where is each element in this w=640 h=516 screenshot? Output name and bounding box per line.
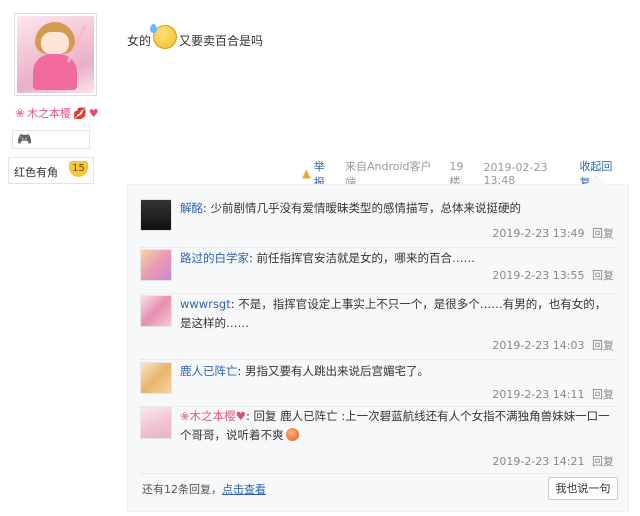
more-replies: 还有12条回复，点击查看 — [142, 481, 266, 497]
reply-link[interactable]: 回复 — [592, 339, 614, 352]
comment-avatar[interactable] — [140, 295, 172, 327]
comment-item: 鹿人已阵亡: 男指又要有人跳出来说后宫媚宅了。 2019-2-23 14:11 … — [140, 362, 616, 412]
comment-author[interactable]: wwwrsgt — [180, 297, 231, 311]
comment-divider — [140, 247, 616, 248]
comment-avatar[interactable] — [140, 407, 172, 439]
username[interactable]: ❀ 木之本樱 💋 ♥ — [15, 105, 99, 121]
comment-footer: 2019-2-23 14:03 回复 — [492, 337, 614, 353]
more-replies-text: 还有12条回复， — [142, 483, 222, 496]
comment-text: 解酩: 少前剧情几乎没有爱情暧昧类型的感情描写，总体来说挺硬的 — [180, 201, 522, 215]
comment-footer: 2019-2-23 14:11 回复 — [492, 386, 614, 402]
surprised-emoji-icon — [150, 24, 178, 49]
reply-link[interactable]: 回复 — [592, 269, 614, 282]
lips-icon: 💋 — [73, 106, 87, 120]
comment-time: 2019-2-23 13:55 — [492, 269, 585, 282]
post-text-part2: 又要卖百合是吗 — [179, 33, 264, 48]
comment-text: 鹿人已阵亡: 男指又要有人跳出来说后宫媚宅了。 — [180, 364, 430, 378]
flower-icon: ❀ — [180, 409, 190, 423]
comment-avatar[interactable] — [140, 362, 172, 394]
comment-divider — [140, 359, 616, 360]
comment-text: 路过的白学家: 前任指挥官安洁就是女的，哪来的百合…… — [180, 251, 476, 265]
comment-time: 2019-2-23 13:49 — [492, 227, 585, 240]
comment-item: 解酩: 少前剧情几乎没有爱情暧昧类型的感情描写，总体来说挺硬的 2019-2-2… — [140, 199, 616, 249]
comment-footer: 2019-2-23 13:49 回复 — [492, 225, 614, 241]
reply-button[interactable]: 我也说一句 — [548, 477, 618, 500]
comment-body: 少前剧情几乎没有爱情暧昧类型的感情描写，总体来说挺硬的 — [210, 201, 522, 215]
comment-footer: 2019-2-23 13:55 回复 — [492, 267, 614, 283]
comment-text: ❀木之本樱♥: 回复 鹿人已阵亡 :上一次碧蓝航线还有人个女指不满独角兽妹妹一口… — [180, 409, 610, 442]
heart-icon: ♥ — [235, 409, 246, 423]
badge-bar: 🎮 — [12, 130, 90, 149]
comment-body: 男指又要有人跳出来说后宫媚宅了。 — [245, 364, 430, 378]
comment-text: wwwrsgt: 不是，指挥官设定上事实上不只一个，是很多个……有男的，也有女的… — [180, 297, 607, 330]
comment-author[interactable]: 解酩 — [180, 201, 203, 215]
flower-icon: ❀ — [15, 106, 26, 120]
reply-link[interactable]: 回复 — [592, 455, 614, 468]
comment-author[interactable]: 路过的白学家 — [180, 251, 249, 265]
comment-time: 2019-2-23 14:03 — [492, 339, 585, 352]
comment-divider — [140, 473, 616, 474]
report-icon — [302, 169, 311, 179]
comment-body: 不是，指挥官设定上事实上不只一个，是很多个……有男的，也有女的，是这样的…… — [180, 297, 607, 330]
gamepad-icon[interactable]: 🎮 — [17, 132, 32, 146]
comment-footer: 2019-2-23 14:21 回复 — [492, 453, 614, 469]
comment-author[interactable]: 鹿人已阵亡 — [180, 364, 238, 378]
comment-time: 2019-2-23 14:21 — [492, 455, 585, 468]
avatar-image — [17, 16, 94, 93]
comment-avatar[interactable] — [140, 199, 172, 231]
comment-divider — [140, 293, 616, 294]
angry-emoji-icon — [285, 428, 299, 441]
comment-item: 路过的白学家: 前任指挥官安洁就是女的，哪来的百合…… 2019-2-23 13… — [140, 249, 616, 299]
post-meta: 举报 来自Android客户端 19楼 2019-02-23 13:48 收起回… — [302, 160, 622, 189]
reply-list: 解酩: 少前剧情几乎没有爱情暧昧类型的感情描写，总体来说挺硬的 2019-2-2… — [127, 175, 629, 512]
heart-icon: ♥ — [88, 106, 99, 120]
comment-time: 2019-2-23 14:11 — [492, 388, 585, 401]
view-more-link[interactable]: 点击查看 — [222, 483, 266, 496]
username-text[interactable]: 木之本樱 — [27, 105, 71, 121]
user-avatar[interactable] — [14, 13, 97, 96]
comment-avatar[interactable] — [140, 249, 172, 281]
comment-item: ❀木之本樱♥: 回复 鹿人已阵亡 :上一次碧蓝航线还有人个女指不满独角兽妹妹一口… — [140, 407, 616, 475]
post-content: 女的 又要卖百合是吗 — [127, 24, 264, 52]
post-text-part1: 女的 — [127, 33, 152, 48]
level-name: 红色有角 — [14, 166, 58, 179]
user-sidebar: ❀ 木之本樱 💋 ♥ 🎮 红色有角 15 — [0, 0, 115, 516]
reply-link[interactable]: 回复 — [592, 388, 614, 401]
level-number-badge: 15 — [69, 161, 88, 177]
comment-author[interactable]: 木之本樱 — [190, 409, 236, 423]
comment-item: wwwrsgt: 不是，指挥官设定上事实上不只一个，是很多个……有男的，也有女的… — [140, 295, 616, 363]
comment-body: 前任指挥官安洁就是女的，哪来的百合…… — [256, 251, 476, 265]
user-level[interactable]: 红色有角 15 — [8, 157, 94, 184]
reply-link[interactable]: 回复 — [592, 227, 614, 240]
